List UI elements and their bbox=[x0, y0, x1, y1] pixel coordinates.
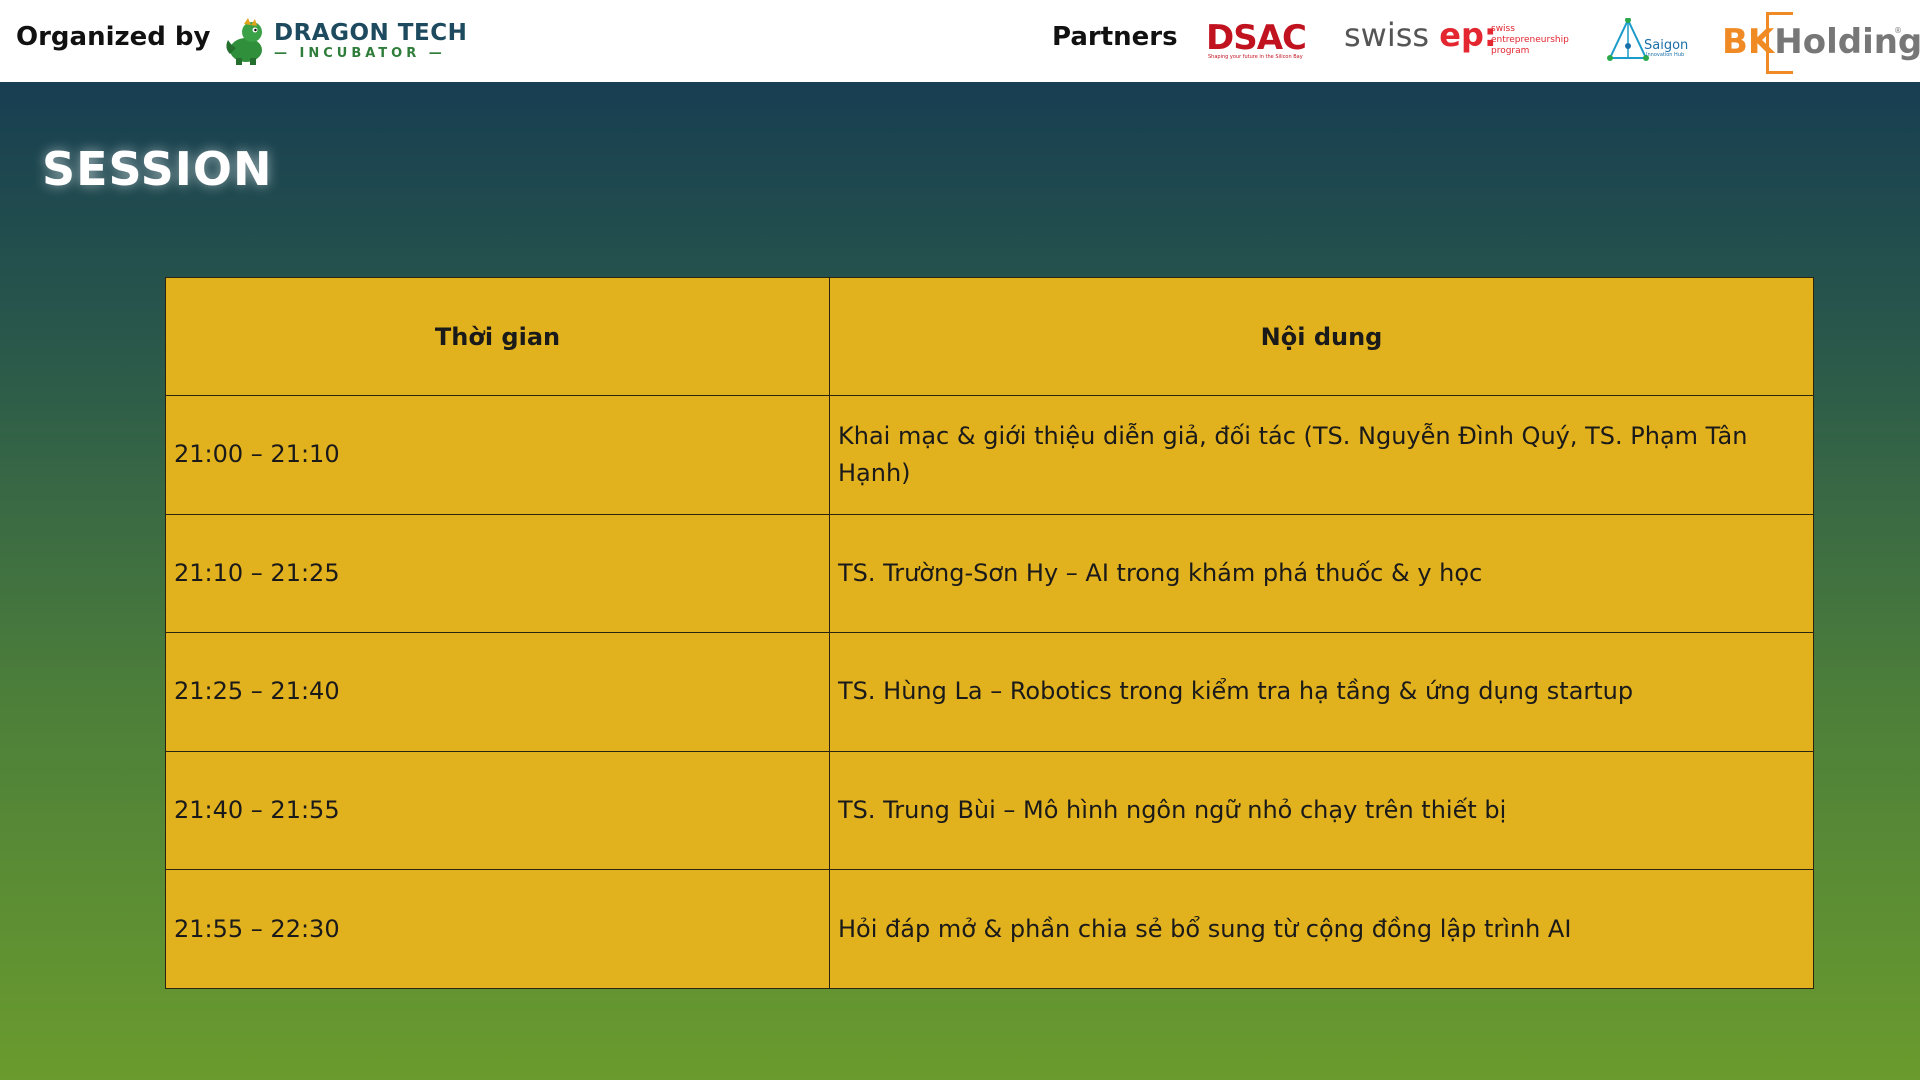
table-row: 21:10 – 21:25 TS. Trường-Sơn Hy – AI tro… bbox=[165, 513, 1814, 634]
table-row: 21:40 – 21:55 TS. Trung Bùi – Mô hình ng… bbox=[165, 750, 1814, 871]
partner-logo-dsac: DSAC Shaping your future in the Silicon … bbox=[1206, 18, 1310, 62]
content-cell: TS. Hùng La – Robotics trong kiểm tra hạ… bbox=[829, 632, 1814, 752]
saigon-logo-text: Saigon bbox=[1644, 38, 1689, 53]
dragon-mascot-icon bbox=[226, 18, 262, 65]
table-row: 21:55 – 22:30 Hỏi đáp mở & phần chia sẻ … bbox=[165, 869, 1814, 989]
saigon-tagline: Innovation Hub bbox=[1646, 52, 1685, 58]
partner-logo-bk-holdings: BKHoldings ® bbox=[1722, 10, 1920, 74]
swissep-logo-accent: ep: bbox=[1439, 16, 1497, 54]
partners-label: Partners bbox=[1052, 22, 1178, 52]
slide-body: SESSION Thời gian Nội dung 21:00 – 21:10… bbox=[0, 82, 1920, 1080]
organizer-subname-text: INCUBATOR bbox=[299, 46, 421, 61]
swissep-tagline: swiss entrepreneurship program bbox=[1491, 24, 1569, 56]
time-cell: 21:00 – 21:10 bbox=[165, 395, 830, 515]
partner-logo-swissep: swiss ep: swiss entrepreneurship program bbox=[1344, 16, 1584, 66]
page-title: SESSION bbox=[42, 142, 273, 196]
session-schedule-table: Thời gian Nội dung 21:00 – 21:10 Khai mạ… bbox=[165, 277, 1814, 989]
swissep-logo-name: swiss bbox=[1344, 16, 1430, 54]
time-cell: 21:40 – 21:55 bbox=[165, 750, 830, 871]
table-header-row: Thời gian Nội dung bbox=[165, 277, 1814, 396]
swissep-logo-text: swiss ep: bbox=[1344, 16, 1497, 54]
table-row: 21:25 – 21:40 TS. Hùng La – Robotics tro… bbox=[165, 632, 1814, 752]
organizer-name: DRAGON TECH bbox=[274, 20, 468, 46]
content-cell: Hỏi đáp mở & phần chia sẻ bổ sung từ cộn… bbox=[829, 869, 1814, 989]
bk-logo-text: BKHoldings bbox=[1722, 22, 1920, 62]
content-cell: Khai mạc & giới thiệu diễn giả, đối tác … bbox=[829, 395, 1814, 515]
column-header-time: Thời gian bbox=[165, 277, 830, 396]
time-cell: 21:10 – 21:25 bbox=[165, 513, 830, 634]
content-cell: TS. Trung Bùi – Mô hình ngôn ngữ nhỏ chạ… bbox=[829, 750, 1814, 871]
column-header-content: Nội dung bbox=[829, 277, 1814, 396]
header-bar: Organized by DRAGON TECH — INCUBATOR — P… bbox=[0, 0, 1920, 82]
organizer-subname: — INCUBATOR — bbox=[274, 46, 446, 61]
time-cell: 21:25 – 21:40 bbox=[165, 632, 830, 752]
dsac-logo-text: DSAC bbox=[1206, 18, 1307, 58]
organized-by-label: Organized by bbox=[16, 22, 211, 52]
time-cell: 21:55 – 22:30 bbox=[165, 869, 830, 989]
bk-logo-accent: BK bbox=[1722, 22, 1775, 62]
dragon-tech-incubator-logo: DRAGON TECH — INCUBATOR — bbox=[224, 16, 467, 68]
content-cell: TS. Trường-Sơn Hy – AI trong khám phá th… bbox=[829, 513, 1814, 634]
table-row: 21:00 – 21:10 Khai mạc & giới thiệu diễn… bbox=[165, 395, 1814, 515]
registered-mark: ® bbox=[1894, 26, 1902, 35]
partner-logo-saigon-innovation-hub: Saigon Innovation Hub bbox=[1606, 16, 1690, 64]
dsac-tagline: Shaping your future in the Silicon Bay bbox=[1208, 54, 1303, 60]
